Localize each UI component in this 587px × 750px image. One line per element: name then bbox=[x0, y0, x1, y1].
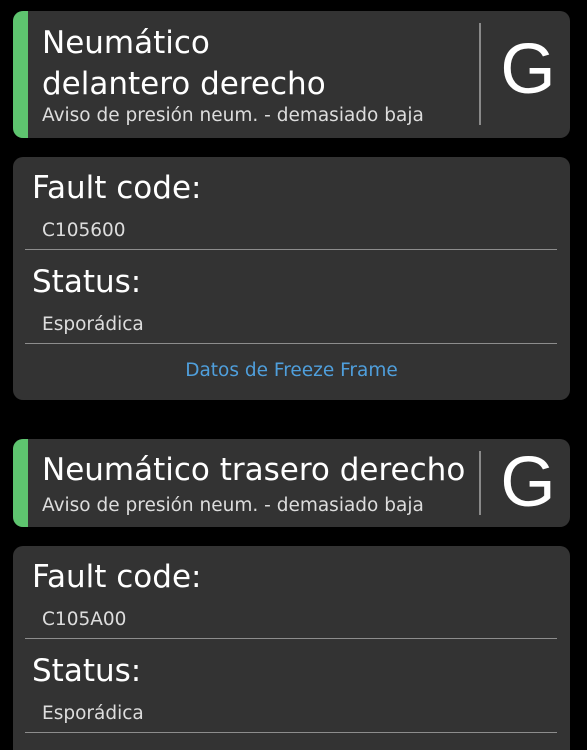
dtc-description: Aviso de presión neum. - demasiado baja bbox=[42, 495, 424, 516]
status-value: Esporádica bbox=[42, 314, 144, 335]
field-divider bbox=[25, 638, 557, 639]
severity-accent-bar bbox=[13, 439, 28, 527]
dtc-description: Aviso de presión neum. - demasiado baja bbox=[42, 105, 424, 126]
field-divider bbox=[25, 343, 557, 344]
dtc-header-card[interactable]: Neumático trasero derecho Aviso de presi… bbox=[13, 439, 570, 527]
status-label: Status: bbox=[32, 653, 142, 689]
field-divider bbox=[25, 249, 557, 250]
field-divider bbox=[25, 732, 557, 733]
freeze-frame-link[interactable]: Datos de Freeze Frame bbox=[13, 360, 570, 382]
dtc-detail-card: Fault code: C105A00 Status: Esporádica bbox=[13, 546, 570, 750]
dtc-header-card[interactable]: Neumático delantero derecho Aviso de pre… bbox=[13, 11, 570, 138]
status-value: Esporádica bbox=[42, 703, 144, 724]
status-label: Status: bbox=[32, 264, 142, 300]
dtc-detail-card: Fault code: C105600 Status: Esporádica D… bbox=[13, 157, 570, 400]
fault-code-value: C105600 bbox=[42, 220, 126, 241]
dtc-list-screen: Neumático delantero derecho Aviso de pre… bbox=[0, 0, 587, 750]
grade-letter-icon: G bbox=[500, 30, 556, 109]
severity-accent-bar bbox=[13, 11, 28, 138]
component-title: Neumático trasero derecho bbox=[42, 452, 466, 488]
component-title: Neumático delantero derecho bbox=[42, 25, 326, 102]
header-divider bbox=[479, 451, 481, 515]
fault-code-label: Fault code: bbox=[32, 170, 202, 206]
grade-letter-icon: G bbox=[500, 443, 556, 522]
header-divider bbox=[479, 23, 481, 125]
fault-code-value: C105A00 bbox=[42, 609, 127, 630]
fault-code-label: Fault code: bbox=[32, 559, 202, 595]
